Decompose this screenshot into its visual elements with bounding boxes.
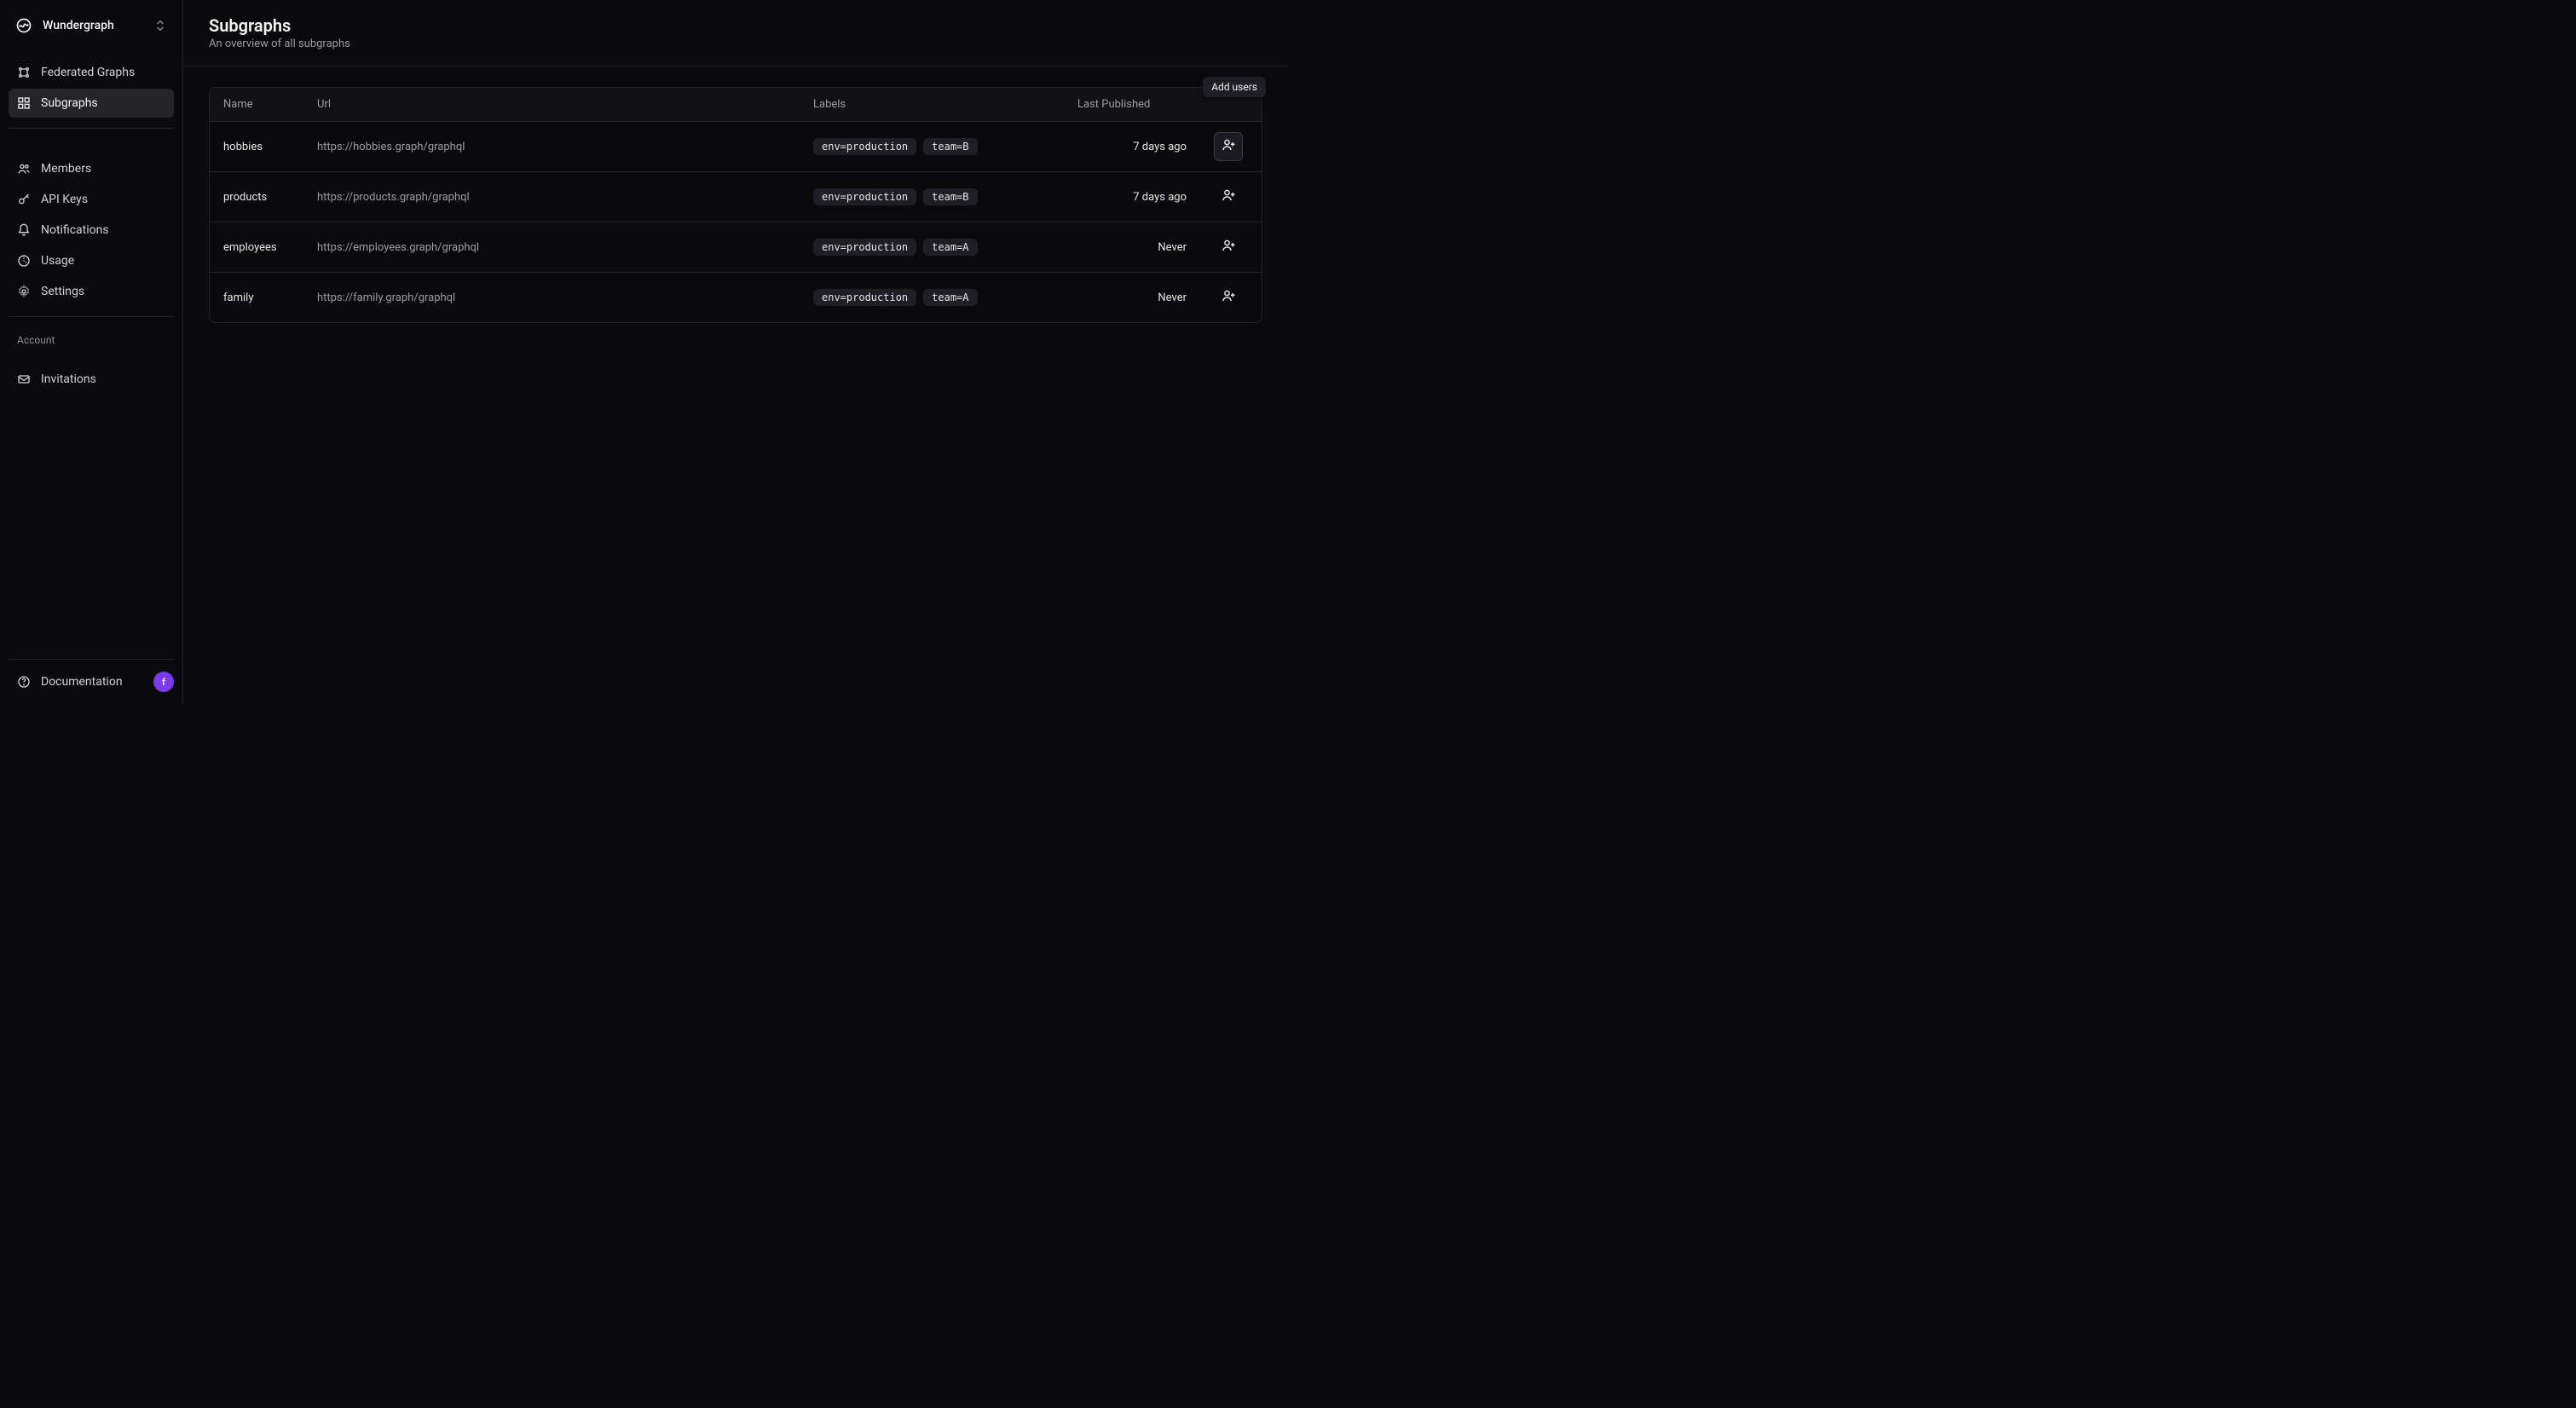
cell-name: hobbies (210, 130, 303, 164)
api-keys-icon (17, 193, 31, 206)
documentation-link[interactable]: Documentation (14, 668, 145, 695)
invitations-icon (17, 372, 31, 386)
table-row[interactable]: hobbieshttps://hobbies.graph/graphqlenv=… (210, 122, 1262, 172)
federated-graphs-icon (17, 66, 31, 79)
th-published: Last Published (1064, 88, 1200, 121)
cell-labels: env=production team=B (800, 128, 1064, 165)
cell-last-published: 7 days ago (1064, 130, 1200, 164)
table-row[interactable]: familyhttps://family.graph/graphqlenv=pr… (210, 273, 1262, 322)
settings-icon (17, 285, 31, 298)
cell-action (1200, 222, 1262, 272)
label-chip: env=production (813, 188, 916, 205)
label-chip: team=A (923, 239, 977, 256)
cell-name: products (210, 181, 303, 214)
avatar-initial: f (162, 677, 165, 688)
cell-url: https://hobbies.graph/graphql (303, 130, 800, 164)
nav-federated-graphs[interactable]: Federated Graphs (9, 58, 174, 87)
cell-action (1200, 122, 1262, 171)
cell-last-published: Never (1064, 281, 1200, 314)
add-users-button[interactable] (1214, 233, 1243, 262)
nav-label: Subgraphs (41, 96, 98, 110)
cell-name: employees (210, 231, 303, 264)
nav-divider (9, 128, 174, 129)
cell-url: https://products.graph/graphql (303, 181, 800, 214)
th-action (1200, 88, 1262, 121)
table-row[interactable]: productshttps://products.graph/graphqlen… (210, 172, 1262, 222)
cell-url: https://employees.graph/graphql (303, 231, 800, 264)
wundergraph-logo-icon (15, 17, 32, 34)
cell-action (1200, 273, 1262, 322)
sidebar: Wundergraph Federated Graphs Subgraphs M… (0, 0, 183, 704)
nav-notifications[interactable]: Notifications (9, 216, 174, 245)
nav-api-keys[interactable]: API Keys (9, 185, 174, 214)
nav-usage[interactable]: Usage (9, 246, 174, 275)
label-chip: team=B (923, 188, 977, 205)
nav-section-secondary: Members API Keys Notifications Usage Set… (9, 154, 174, 306)
sidebar-footer: Documentation f (9, 659, 174, 695)
th-name: Name (210, 88, 303, 121)
table-wrapper: Add users Name Url Labels Last Published… (209, 87, 1262, 323)
cell-last-published: Never (1064, 231, 1200, 264)
nav-section-account: Invitations (9, 365, 174, 394)
table-body: hobbieshttps://hobbies.graph/graphqlenv=… (210, 122, 1262, 322)
label-chip: env=production (813, 289, 916, 306)
th-labels: Labels (800, 88, 1064, 121)
org-switcher[interactable]: Wundergraph (9, 9, 174, 43)
nav-members[interactable]: Members (9, 154, 174, 183)
add-user-icon (1221, 238, 1236, 257)
table-row[interactable]: employeeshttps://employees.graph/graphql… (210, 222, 1262, 273)
cell-labels: env=production team=A (800, 228, 1064, 266)
label-chip: team=A (923, 289, 977, 306)
page-subtitle: An overview of all subgraphs (209, 38, 1262, 50)
add-users-button[interactable] (1214, 132, 1243, 161)
cell-url: https://family.graph/graphql (303, 281, 800, 314)
table-header-row: Name Url Labels Last Published (210, 88, 1262, 122)
nav-label: API Keys (41, 193, 88, 206)
label-chip: env=production (813, 138, 916, 155)
cell-name: family (210, 281, 303, 314)
cell-action (1200, 172, 1262, 222)
label-chip: team=B (923, 138, 977, 155)
nav-subgraphs[interactable]: Subgraphs (9, 89, 174, 118)
add-users-button[interactable] (1214, 283, 1243, 312)
main: Subgraphs An overview of all subgraphs A… (183, 0, 1288, 704)
cell-labels: env=production team=A (800, 279, 1064, 316)
documentation-label: Documentation (41, 675, 123, 689)
nav-label: Federated Graphs (41, 66, 135, 79)
add-user-icon (1221, 137, 1236, 156)
user-avatar[interactable]: f (153, 672, 174, 692)
th-url: Url (303, 88, 800, 121)
page-header: Subgraphs An overview of all subgraphs (183, 0, 1288, 66)
cell-labels: env=production team=B (800, 178, 1064, 216)
cell-last-published: 7 days ago (1064, 181, 1200, 214)
nav-divider (9, 316, 174, 317)
members-icon (17, 162, 31, 176)
label-chip: env=production (813, 239, 916, 256)
nav-label: Members (41, 162, 91, 176)
help-circle-icon (17, 675, 31, 689)
nav-settings[interactable]: Settings (9, 277, 174, 306)
add-user-icon (1221, 188, 1236, 206)
page-content: Add users Name Url Labels Last Published… (183, 66, 1288, 343)
chevrons-up-down-icon (153, 19, 167, 32)
add-user-icon (1221, 288, 1236, 307)
add-users-button[interactable] (1214, 182, 1243, 211)
page-title: Subgraphs (209, 15, 1262, 36)
org-name: Wundergraph (43, 19, 114, 32)
nav-label: Usage (41, 254, 74, 268)
nav-label: Notifications (41, 223, 109, 237)
usage-icon (17, 254, 31, 268)
nav-account-heading: Account (9, 327, 174, 349)
notifications-icon (17, 223, 31, 237)
nav-invitations[interactable]: Invitations (9, 365, 174, 394)
nav-label: Settings (41, 285, 84, 298)
subgraphs-table: Name Url Labels Last Published hobbiesht… (209, 87, 1262, 323)
subgraphs-icon (17, 96, 31, 110)
nav-section-primary: Federated Graphs Subgraphs (9, 58, 174, 118)
nav-label: Invitations (41, 372, 96, 386)
